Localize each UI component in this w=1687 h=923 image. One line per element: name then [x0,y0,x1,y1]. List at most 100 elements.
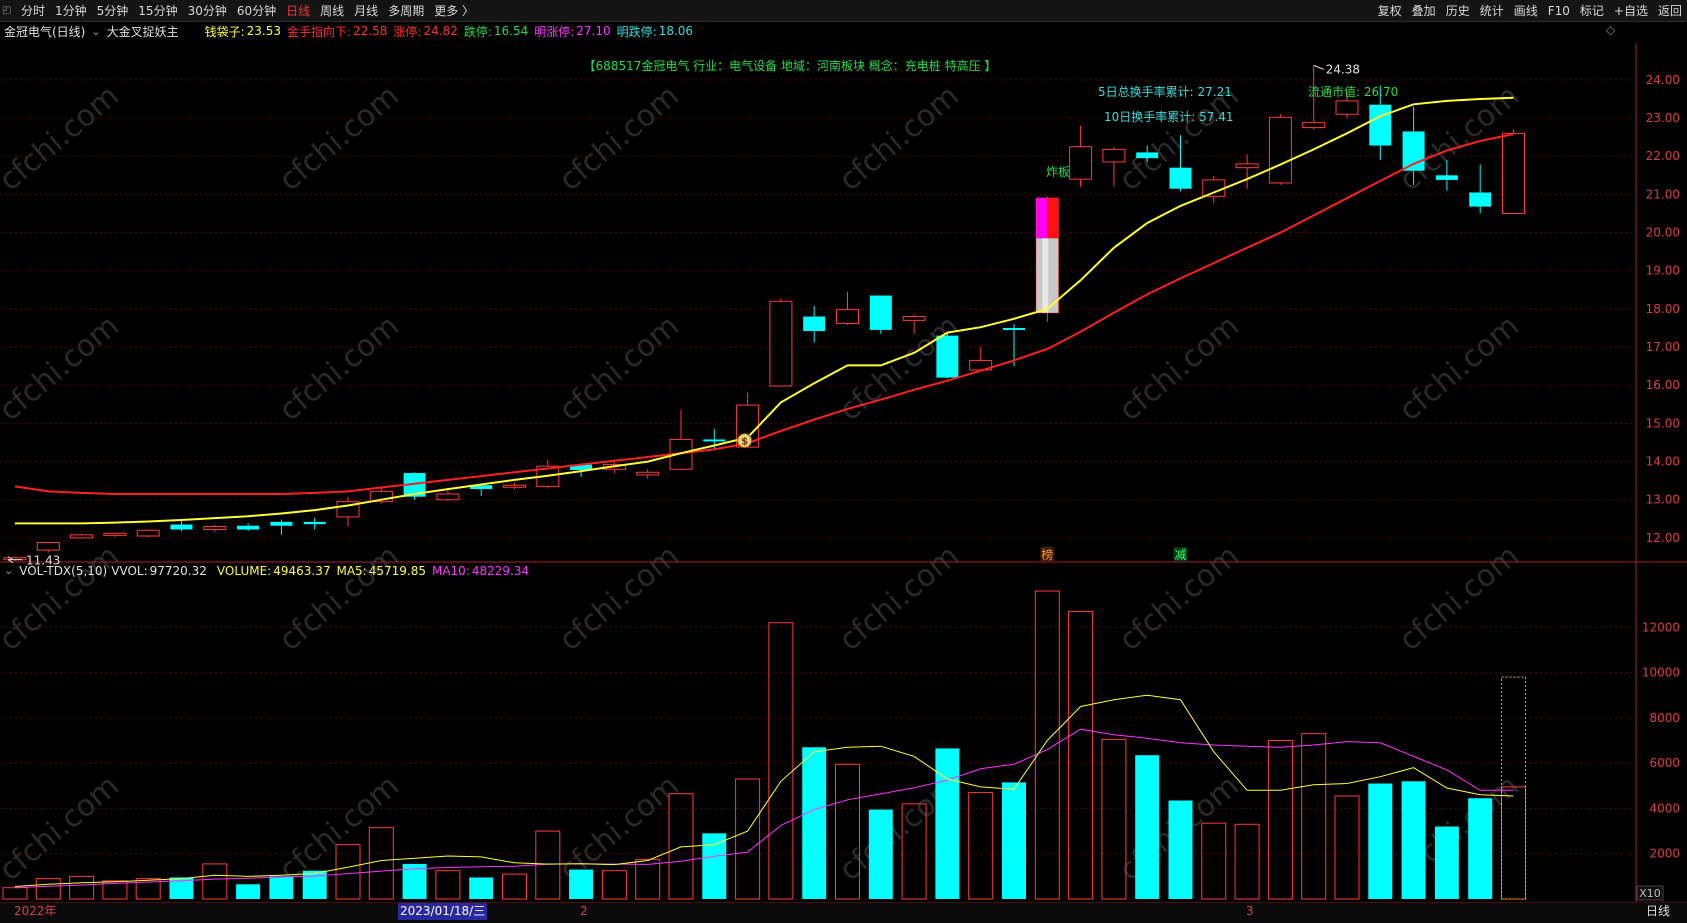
vol-dropdown-icon[interactable]: ⌄ [4,564,13,577]
multiplier-badge: X10 [1639,887,1661,900]
candle-body [836,309,859,324]
turnover-10-label: 10日换手率累计: 57.41 [1104,109,1233,124]
jszb-label: 金手指向下: [287,24,352,39]
f10-button[interactable]: F10 [1543,4,1575,18]
volume-label: VOLUME: [216,563,272,578]
candle-body [237,525,260,530]
mzt-value: 27.10 [576,24,611,38]
history-button[interactable]: 历史 [1441,2,1475,19]
price-tick-label: 22.00 [1646,149,1680,163]
tab-5min[interactable]: 5分钟 [92,2,134,19]
price-tick-label: 17.00 [1646,340,1680,354]
volume-bar [69,875,95,900]
mark-button[interactable]: 标记 [1575,2,1609,19]
price-tick-label: 14.00 [1646,455,1680,469]
candle [636,469,660,479]
indicator-name[interactable]: 大金叉捉妖主 [107,23,179,40]
price-tick-label: 19.00 [1646,264,1680,278]
volume-bar [469,877,494,899]
candle [237,523,260,532]
price-tick-label: 21.00 [1646,187,1680,201]
period-label[interactable]: 日线 [1646,903,1670,920]
tab-30min[interactable]: 30分钟 [183,2,232,19]
candle-body [1235,163,1259,169]
candle-body [636,471,660,476]
tab-multi-period[interactable]: 多周期 [383,2,429,19]
candle [136,529,160,538]
candle [1235,154,1259,189]
volume-bar [868,809,893,899]
fuquan-button[interactable]: 复权 [1373,2,1407,19]
volume-tick-label: 12000 [1642,620,1680,634]
volume-tick-label: 8000 [1649,711,1680,725]
volume-bar [1002,782,1026,899]
mdt-value: 18.06 [658,24,694,38]
volume-bar [1168,800,1193,899]
dropdown-icon[interactable]: ⌄ [91,25,100,38]
limit-up-body-highlight [1042,238,1049,313]
top-toolbar: ◰ 分时 1分钟 5分钟 15分钟 30分钟 60分钟 日线 周线 月线 多周期… [0,0,1687,22]
ma10-value: 48229.34 [471,563,530,578]
volume-bar [2,887,28,900]
candle [1268,114,1292,185]
tab-daily[interactable]: 日线 [281,2,315,19]
tab-fenshi[interactable]: 分时 [16,2,50,19]
candle-body [703,439,726,442]
tool-buttons: 复权 叠加 历史 统计 画线 F10 标记 +自选 返回 [1373,0,1687,21]
jian-badge: 减 [1174,548,1186,562]
mdt-label: 明跌停: [616,24,657,39]
watermark-text: cfchi.com [273,768,406,888]
candle-body [1369,104,1392,146]
kline-chart[interactable]: cfchi.com cfchi.com cfchi.com cfchi.com cfch… [0,22,1687,902]
cursor-date-label: 2023/01/18/三 [398,903,488,920]
tab-weekly[interactable]: 周线 [315,2,349,19]
candle-body [1102,148,1126,163]
add-watchlist-button[interactable]: +自选 [1609,2,1653,19]
volume-bar [1401,781,1426,899]
volume-bar [1434,826,1459,899]
candle [836,291,859,325]
float-cap-label: 流通市值: 26.70 [1308,84,1398,99]
limit-up-body-red [1047,198,1059,239]
watermark-text: cfchi.com [0,538,126,658]
tab-15min[interactable]: 15分钟 [133,2,182,19]
tab-60min[interactable]: 60分钟 [232,2,281,19]
candle [203,524,227,533]
watermark-text: cfchi.com [553,78,686,198]
year-label: 2022年 [14,904,57,918]
limit-up-candle [1036,198,1059,313]
vol-indicator-name[interactable]: VOL-TDX(5,10) [19,564,107,578]
volume-bar [702,833,727,899]
candle-body [1136,152,1159,159]
tab-1min[interactable]: 1分钟 [50,2,92,19]
jszb-value: 22.58 [353,24,388,38]
volume-tick-label: 2000 [1649,847,1680,861]
ma-fast-line [15,96,1514,525]
menu-corner-icon[interactable]: ◰ [0,5,16,16]
volume-bar [569,869,594,899]
volume-bar [1201,822,1227,900]
watermark-text: cfchi.com [0,768,126,888]
back-button[interactable]: 返回 [1653,2,1687,19]
draw-line-button[interactable]: 画线 [1509,2,1543,19]
candle [103,532,127,537]
volume-bar [802,747,827,899]
candle-body [1003,327,1025,330]
tab-monthly[interactable]: 月线 [349,2,383,19]
volume-bar [1301,733,1327,900]
candle-body [36,541,60,551]
stats-button[interactable]: 统计 [1475,2,1509,19]
watermark-text: cfchi.com [833,538,966,658]
stock-title[interactable]: 金冠电气(日线) [4,23,85,40]
volume-bar [735,778,761,900]
overlay-button[interactable]: 叠加 [1407,2,1441,19]
tab-more[interactable]: 更多 〉 [429,2,479,19]
candle [270,519,293,535]
zhaban-label: 炸板 [1046,165,1070,179]
candle [869,295,892,334]
turnover-5-label: 5日总换手率累计: 27.21 [1098,84,1232,99]
volume-bar [1267,740,1293,900]
candle-body [1169,167,1192,189]
watermark-text: cfchi.com [273,78,406,198]
price-tick-label: 18.00 [1646,302,1680,316]
